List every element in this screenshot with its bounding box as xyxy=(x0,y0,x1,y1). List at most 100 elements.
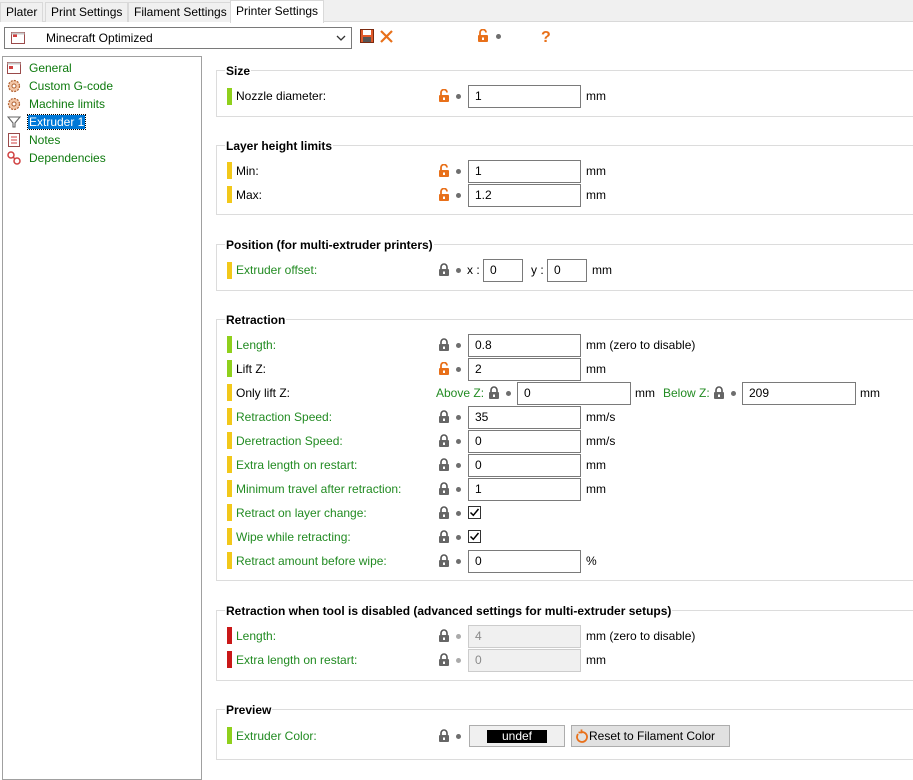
checkmark-icon xyxy=(469,508,480,517)
system-value-dot-icon[interactable] xyxy=(456,535,461,540)
lock-icon[interactable] xyxy=(438,506,450,520)
system-value-dot-icon[interactable] xyxy=(456,169,461,174)
system-value-dot-icon[interactable] xyxy=(456,367,461,372)
mode-marker xyxy=(227,336,232,353)
system-value-dot-icon[interactable] xyxy=(456,634,461,639)
min-layer-height-input[interactable]: 1 xyxy=(468,160,581,183)
system-value-dot-icon[interactable] xyxy=(456,193,461,198)
tab-print-settings[interactable]: Print Settings xyxy=(45,2,129,22)
retract-length-input[interactable]: 0.8 xyxy=(468,334,581,357)
sidebar-item-label: Custom G-code xyxy=(29,79,114,93)
system-value-dot-icon[interactable] xyxy=(496,34,501,39)
svg-text:?: ? xyxy=(541,29,551,44)
tab-printer-settings[interactable]: Printer Settings xyxy=(230,0,325,23)
undo-arrow-icon xyxy=(576,729,588,743)
lock-icon[interactable] xyxy=(438,263,450,277)
reset-filament-color-button[interactable]: Reset to Filament Color xyxy=(571,725,730,747)
lock-icon[interactable] xyxy=(438,554,450,568)
unit-label: mm xyxy=(586,362,606,376)
unit-label: % xyxy=(586,554,597,568)
unlock-icon[interactable] xyxy=(438,362,450,376)
unit-label: mm (zero to disable) xyxy=(586,338,696,352)
extra-length-restart-input[interactable]: 0 xyxy=(468,454,581,477)
unit-label: mm/s xyxy=(586,410,616,424)
lock-icon[interactable] xyxy=(438,338,450,352)
extruder-color-picker[interactable]: undef xyxy=(469,725,565,747)
system-value-dot-icon[interactable] xyxy=(456,94,461,99)
retract-length-toolchange-input[interactable]: 4 xyxy=(468,625,581,648)
retract-layer-change-checkbox[interactable] xyxy=(468,506,481,519)
below-z-input[interactable]: 209 xyxy=(742,382,856,405)
delete-icon[interactable] xyxy=(379,29,394,44)
mode-marker xyxy=(227,88,232,105)
unlock-icon[interactable] xyxy=(438,89,450,103)
unit-label: mm xyxy=(635,386,655,400)
unlock-icon[interactable] xyxy=(438,164,450,178)
help-icon[interactable]: ? xyxy=(540,28,552,44)
tab-label: Filament Settings xyxy=(134,5,227,19)
system-value-dot-icon[interactable] xyxy=(456,439,461,444)
lift-z-input[interactable]: 2 xyxy=(468,358,581,381)
system-value-dot-icon[interactable] xyxy=(456,463,461,468)
mode-marker xyxy=(227,627,232,644)
save-icon[interactable] xyxy=(360,29,374,43)
extruder-offset-label: Extruder offset: xyxy=(236,263,318,277)
lock-icon[interactable] xyxy=(438,410,450,424)
system-value-dot-icon[interactable] xyxy=(456,268,461,273)
extra-length-restart-label: Extra length on restart: xyxy=(236,458,358,472)
wipe-while-retracting-checkbox[interactable] xyxy=(468,530,481,543)
extra-restart-toolchange-input[interactable]: 0 xyxy=(468,649,581,672)
above-z-label: Above Z: xyxy=(436,386,485,400)
system-value-dot-icon[interactable] xyxy=(456,511,461,516)
system-value-dot-icon[interactable] xyxy=(456,487,461,492)
system-value-dot-icon[interactable] xyxy=(456,559,461,564)
system-value-dot-icon[interactable] xyxy=(456,734,461,739)
min-travel-input[interactable]: 1 xyxy=(468,478,581,501)
lock-icon[interactable] xyxy=(438,482,450,496)
lock-icon[interactable] xyxy=(713,386,725,400)
unit-label: mm xyxy=(860,386,880,400)
offset-y-input[interactable]: 0 xyxy=(547,259,587,282)
retraction-speed-input[interactable]: 35 xyxy=(468,406,581,429)
lock-icon[interactable] xyxy=(438,530,450,544)
lock-icon[interactable] xyxy=(438,629,450,643)
system-value-dot-icon[interactable] xyxy=(506,391,511,396)
wrench-icon xyxy=(7,151,21,165)
lock-icon[interactable] xyxy=(438,434,450,448)
mode-marker xyxy=(227,186,232,203)
unlock-icon[interactable] xyxy=(477,29,489,43)
unit-label: mm/s xyxy=(586,434,616,448)
nozzle-diameter-input[interactable]: 1 xyxy=(468,85,581,108)
lift-z-label: Lift Z: xyxy=(236,362,267,376)
printer-icon xyxy=(7,62,21,74)
lock-icon[interactable] xyxy=(438,653,450,667)
printer-icon xyxy=(11,32,25,44)
tab-label: Plater xyxy=(6,5,38,19)
tab-filament-settings[interactable]: Filament Settings xyxy=(128,2,233,22)
wipe-while-retracting-label: Wipe while retracting: xyxy=(236,530,351,544)
tab-plater[interactable]: Plater xyxy=(0,2,44,22)
group-title-position: Position (for multi-extruder printers) xyxy=(225,238,434,252)
mode-marker xyxy=(227,162,232,179)
offset-x-input[interactable]: 0 xyxy=(483,259,523,282)
lock-icon[interactable] xyxy=(438,458,450,472)
system-value-dot-icon[interactable] xyxy=(731,391,736,396)
group-title-size: Size xyxy=(225,64,252,78)
lock-icon[interactable] xyxy=(438,729,450,743)
tab-bar: Plater Print Settings Filament Settings … xyxy=(0,0,913,23)
preset-select[interactable]: Minecraft Optimized xyxy=(4,27,352,49)
unlock-icon[interactable] xyxy=(438,188,450,202)
group-title-preview: Preview xyxy=(225,703,273,717)
retract-before-wipe-input[interactable]: 0 xyxy=(468,550,581,573)
system-value-dot-icon[interactable] xyxy=(456,343,461,348)
system-value-dot-icon[interactable] xyxy=(456,658,461,663)
lock-icon[interactable] xyxy=(488,386,500,400)
sidebar-item-label: Machine limits xyxy=(29,97,106,111)
deretraction-speed-input[interactable]: 0 xyxy=(468,430,581,453)
color-swatch: undef xyxy=(487,730,547,743)
max-layer-height-input[interactable]: 1.2 xyxy=(468,184,581,207)
above-z-input[interactable]: 0 xyxy=(517,382,631,405)
mode-marker xyxy=(227,504,232,521)
offset-x-label: x : xyxy=(467,263,480,277)
system-value-dot-icon[interactable] xyxy=(456,415,461,420)
